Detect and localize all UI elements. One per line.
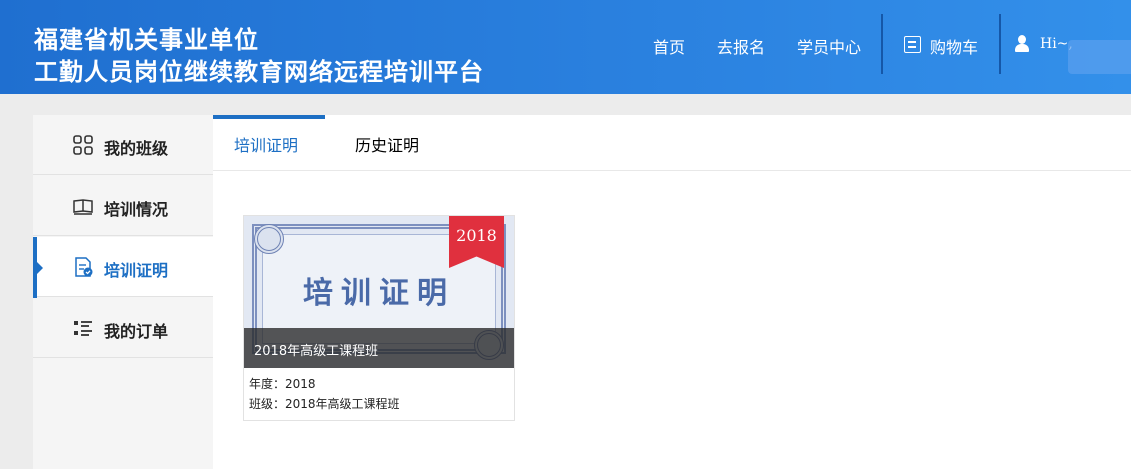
year-ribbon-label: 2018 bbox=[456, 226, 497, 245]
list-icon bbox=[74, 321, 92, 336]
nav-student-center-link[interactable]: 学员中心 bbox=[797, 34, 861, 58]
sidebar-item-label: 我的订单 bbox=[104, 322, 169, 341]
user-name-mask bbox=[1068, 40, 1131, 74]
site-header: 福建省机关事业单位 工勤人员岗位继续教育网络远程培训平台 首页 去报名 学员中心… bbox=[0, 0, 1131, 94]
site-title-line2: 工勤人员岗位继续教育网络远程培训平台 bbox=[34, 58, 484, 86]
user-icon[interactable] bbox=[1014, 35, 1030, 53]
sidebar-item-label: 培训证明 bbox=[104, 261, 169, 280]
certificate-card[interactable]: 培训证明 2018 2018年高级工课程班 年度：2018 班级：2018年高级… bbox=[243, 215, 515, 421]
tab-history-certificate[interactable]: 历史证明 bbox=[355, 115, 419, 170]
certificate-class: 班级：2018年高级工课程班 bbox=[249, 397, 400, 411]
certificate-year: 年度：2018 bbox=[249, 377, 316, 391]
nav-register-link[interactable]: 去报名 bbox=[717, 34, 765, 58]
main-content: 培训证明 历史证明 培训证明 2018 2018年高级工课程班 年度：2018 … bbox=[213, 115, 1131, 469]
certificate-icon bbox=[75, 257, 93, 277]
sidebar: 我的班级 培训情况 培训证明 我的订单 bbox=[33, 115, 213, 469]
sidebar-item-training-status[interactable]: 培训情况 bbox=[33, 176, 213, 236]
tab-training-certificate[interactable]: 培训证明 bbox=[213, 115, 325, 170]
nav-cart-link[interactable]: 购物车 bbox=[930, 34, 978, 58]
certificate-image-title: 培训证明 bbox=[303, 276, 455, 311]
book-icon bbox=[73, 199, 93, 215]
sidebar-item-label: 我的班级 bbox=[104, 139, 169, 158]
certificate-caption: 2018年高级工课程班 bbox=[254, 344, 379, 359]
sidebar-item-label: 培训情况 bbox=[104, 200, 169, 219]
site-title-line1: 福建省机关事业单位 bbox=[34, 26, 259, 54]
grid-icon bbox=[73, 135, 93, 155]
nav-home-link[interactable]: 首页 bbox=[653, 34, 685, 58]
sidebar-item-my-class[interactable]: 我的班级 bbox=[33, 115, 213, 175]
certificate-thumbnail[interactable]: 培训证明 2018 2018年高级工课程班 bbox=[244, 216, 514, 368]
sidebar-item-training-certificate[interactable]: 培训证明 bbox=[33, 237, 213, 298]
sidebar-item-my-orders[interactable]: 我的订单 bbox=[33, 298, 213, 358]
corner-ornament bbox=[254, 224, 284, 254]
nav-divider bbox=[881, 14, 883, 74]
tab-divider bbox=[213, 170, 1131, 171]
cart-icon[interactable] bbox=[904, 36, 921, 53]
nav-divider bbox=[999, 14, 1001, 74]
